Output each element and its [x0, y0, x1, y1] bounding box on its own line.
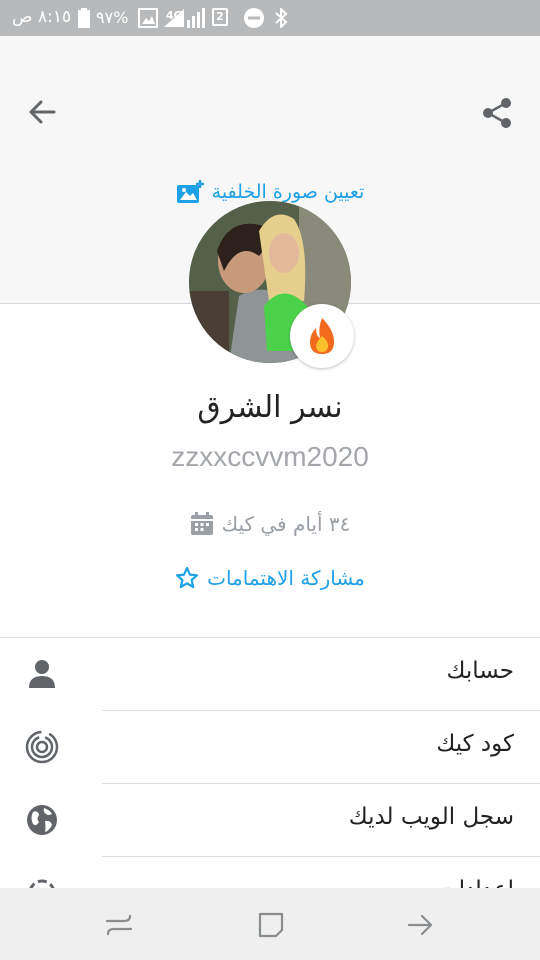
share-interests-label: مشاركة الاهتمامات	[207, 566, 365, 590]
system-nav-bar	[0, 888, 540, 960]
battery-percent: %٩٧	[96, 8, 129, 27]
kik-code-icon	[25, 730, 59, 764]
back-nav-icon[interactable]	[406, 910, 436, 940]
star-outline-icon	[176, 566, 199, 589]
status-time: ٨:١٥ ص	[12, 7, 72, 27]
signal-bars-icon	[187, 8, 205, 28]
add-image-icon	[176, 180, 204, 203]
calendar-icon	[190, 512, 213, 535]
share-icon[interactable]	[480, 96, 514, 130]
image-notification-icon	[138, 8, 158, 28]
network-type: 4G	[166, 9, 183, 22]
sim-badge: 2	[212, 8, 228, 26]
globe-icon	[27, 805, 57, 835]
do-not-disturb-icon	[244, 8, 264, 28]
fire-badge	[290, 304, 354, 368]
menu-item-label: سجل الويب لديك	[348, 804, 514, 830]
menu-item-label: كود كيك	[436, 731, 514, 757]
menu-item-account[interactable]: حسابك	[0, 638, 540, 711]
bluetooth-icon	[275, 8, 288, 28]
menu-item-web-history[interactable]: سجل الويب لديك	[0, 784, 540, 857]
status-bar: ٨:١٥ ص %٩٧ 4G 2	[0, 0, 540, 36]
display-name: نسر الشرق	[197, 390, 343, 425]
share-interests-button[interactable]: مشاركة الاهتمامات	[0, 566, 540, 590]
fire-icon	[310, 318, 334, 354]
member-days-label: ٣٤ أيام في كيك	[221, 512, 351, 536]
set-background-label: تعيين صورة الخلفية	[211, 181, 365, 203]
battery-icon	[78, 8, 90, 28]
member-days: ٣٤ أيام في كيك	[0, 512, 540, 536]
menu-item-kik-code[interactable]: كود كيك	[0, 711, 540, 784]
recent-apps-icon[interactable]	[104, 910, 134, 940]
home-icon[interactable]	[256, 910, 286, 940]
back-arrow-icon[interactable]	[26, 96, 58, 128]
username: zzxxccvvm2020	[171, 441, 369, 472]
menu-item-label: حسابك	[446, 658, 514, 684]
person-icon	[29, 660, 55, 688]
